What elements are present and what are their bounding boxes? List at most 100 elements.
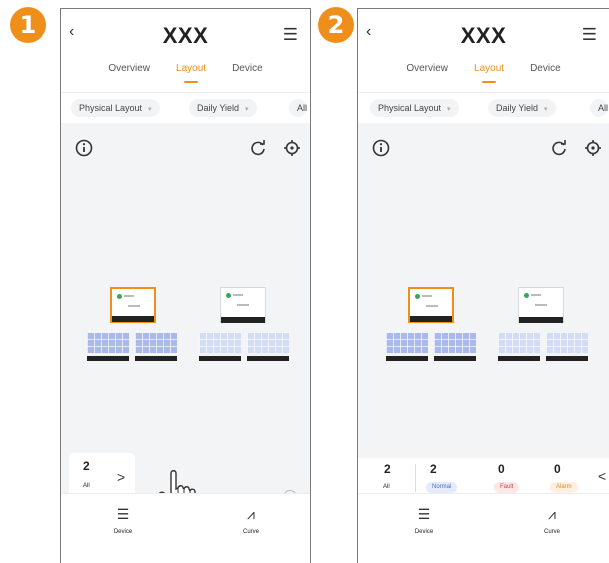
tab-layout[interactable]: Layout [176,61,206,85]
layout-canvas[interactable]: ? [61,123,310,504]
phone-screen-step-2: ‹ XXX ☰ Overview Layout Device Physical … [357,8,609,563]
inverter-yield-text [128,305,140,307]
tab-overview[interactable]: Overview [108,61,150,85]
pv-panel-serial-label [87,356,129,361]
all-count: 2 [384,462,391,476]
inverter-yield-text [237,304,249,306]
alarm-status-pill[interactable]: Alarm [550,482,578,493]
all-count: 2 [83,459,90,473]
inverter-serial-label [221,317,265,323]
online-status-dot [117,294,122,299]
curve-icon: ⩘ [247,506,255,522]
info-icon[interactable] [370,137,392,159]
inverter-yield-text [426,305,438,307]
online-status-dot [524,293,529,298]
device-filter-label: All [598,103,609,113]
locate-icon[interactable] [281,137,303,159]
inverter-power-text [124,295,134,297]
inverter-serial-label [112,316,154,322]
divider [415,464,416,492]
layout-canvas[interactable] [358,123,609,493]
inverter-power-text [233,294,243,296]
nav-curve[interactable]: ⩘ Curve [221,506,281,535]
device-icon: ☰ [116,506,130,522]
chevron-down-icon: ▾ [245,106,249,113]
online-status-dot [226,293,231,298]
inverter-card[interactable] [518,287,564,323]
tab-device[interactable]: Device [530,61,561,85]
pv-panel[interactable] [386,333,428,353]
metric-dropdown[interactable]: Daily Yield ▾ [189,99,257,117]
device-filter-dropdown[interactable]: All [590,99,609,117]
page-title: XXX [460,23,507,48]
tab-bar: Overview Layout Device [358,61,609,85]
all-label[interactable]: All [383,484,390,490]
nav-device[interactable]: ☰ Device [394,506,454,535]
inverter-card[interactable] [110,287,156,323]
fault-status-pill[interactable]: Fault [494,482,520,493]
pv-panel-serial-label [247,356,289,361]
pv-panel[interactable] [135,333,177,353]
bottom-nav: ☰ Device ⩘ Curve [358,493,609,563]
inverter-serial-label [519,317,563,323]
collapse-arrow-icon[interactable]: < [598,468,606,484]
page-title: XXX [162,23,209,48]
pv-panel[interactable] [498,333,540,353]
top-bar: ‹ XXX ☰ Overview Layout Device [61,9,310,92]
pv-panel[interactable] [247,333,289,353]
pv-panel-serial-label [386,356,428,361]
device-summary-expanded: 2 All 2 Normal 0 Fault 0 Alarm < [358,458,609,498]
layout-type-dropdown[interactable]: Physical Layout ▾ [370,99,459,117]
menu-icon[interactable]: ☰ [582,25,597,45]
nav-device-label: Device [113,529,133,535]
inverter-power-text [531,294,541,296]
chevron-down-icon: ▾ [544,106,548,113]
pv-panel-serial-label [434,356,476,361]
pv-panel-serial-label [135,356,177,361]
step-1-badge: 1 [10,7,46,43]
fault-count: 0 [498,462,505,476]
phone-screen-step-1: ‹ XXX ☰ Overview Layout Device Physical … [60,8,311,563]
nav-device[interactable]: ☰ Device [93,506,153,535]
metric-dropdown[interactable]: Daily Yield ▾ [488,99,556,117]
pv-panel[interactable] [434,333,476,353]
locate-icon[interactable] [582,137,604,159]
layout-type-dropdown[interactable]: Physical Layout ▾ [71,99,160,117]
chevron-down-icon: ▾ [447,106,451,113]
top-bar: ‹ XXX ☰ Overview Layout Device [358,9,609,92]
filter-bar: Physical Layout ▾ Daily Yield ▾ All [358,92,609,123]
nav-device-label: Device [414,529,434,535]
tab-overview[interactable]: Overview [406,61,448,85]
device-filter-label: All [297,103,308,113]
pv-panel-serial-label [498,356,540,361]
tab-device[interactable]: Device [232,61,263,85]
normal-count: 2 [430,462,437,476]
metric-label: Daily Yield [197,103,240,113]
info-icon[interactable] [73,137,95,159]
normal-status-pill[interactable]: Normal [426,482,458,493]
pv-panel[interactable] [87,333,129,353]
metric-label: Daily Yield [496,103,539,113]
device-filter-dropdown[interactable]: All [289,99,308,117]
pv-panel[interactable] [199,333,241,353]
filter-bar: Physical Layout ▾ Daily Yield ▾ All [61,92,310,123]
menu-icon[interactable]: ☰ [283,25,298,45]
refresh-icon[interactable] [548,137,570,159]
pv-panel[interactable] [546,333,588,353]
nav-curve-label: Curve [543,529,560,535]
refresh-icon[interactable] [247,137,269,159]
expand-arrow-icon[interactable]: > [117,469,125,485]
all-label: All [83,483,90,489]
chevron-down-icon: ▾ [148,106,152,113]
tab-bar: Overview Layout Device [61,61,310,85]
inverter-serial-label [410,316,452,322]
nav-curve[interactable]: ⩘ Curve [522,506,582,535]
inverter-card[interactable] [408,287,454,323]
inverter-card[interactable] [220,287,266,323]
nav-curve-label: Curve [242,529,259,535]
tab-layout[interactable]: Layout [474,61,504,85]
device-icon: ☰ [417,506,431,522]
pv-panel-serial-label [546,356,588,361]
alarm-count: 0 [554,462,561,476]
curve-icon: ⩘ [548,506,556,522]
